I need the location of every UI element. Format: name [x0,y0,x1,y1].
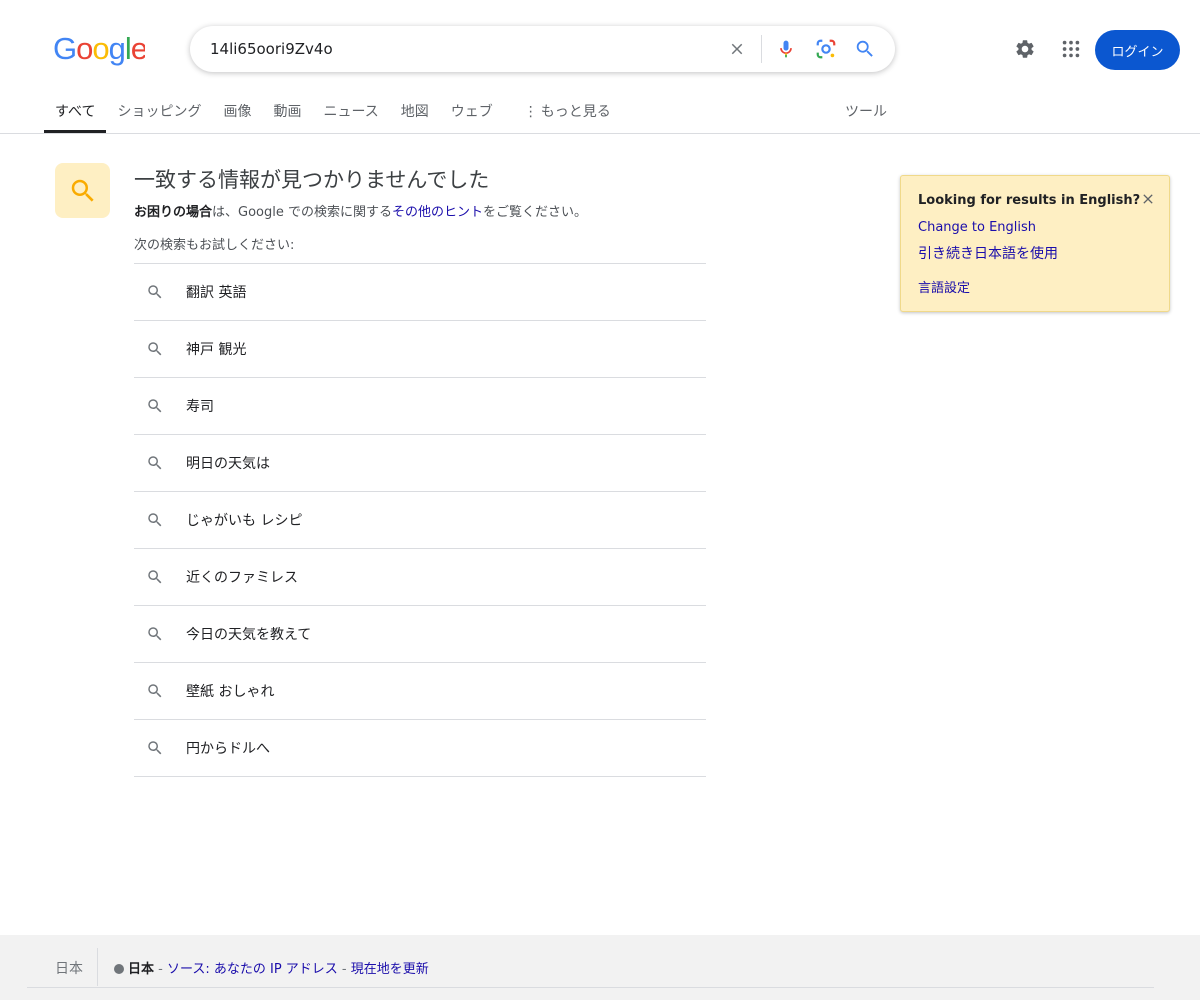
language-settings-link[interactable]: 言語設定 [918,277,970,296]
close-icon[interactable] [725,37,749,61]
footer-rule [27,987,1154,988]
tab-shopping[interactable]: ショッピング [106,94,212,133]
language-card-title: Looking for results in English? [918,193,1141,208]
footer: 日本 日本 - ソース: あなたの IP アドレス - 現在地を更新 [0,935,1200,1000]
footer-location-name: 日本 [128,962,155,977]
no-results-title: 一致する情報が見つかりませんでした [134,168,490,192]
suggestion-item[interactable]: 壁紙 おしゃれ [134,663,706,720]
tab-videos[interactable]: 動画 [262,94,312,133]
footer-location: 日本 - ソース: あなたの IP アドレス - 現在地を更新 [114,958,429,977]
search-icon [143,280,167,304]
search-icon [143,736,167,760]
suggestion-item[interactable]: 近くのファミレス [134,549,706,606]
svg-text:Google: Google [53,32,145,66]
search-icon [143,394,167,418]
hint-text-end: をご覧ください。 [483,205,588,220]
suggestion-text: 翻訳 英語 [186,285,247,301]
tab-news[interactable]: ニュース [312,94,389,133]
suggestion-item[interactable]: じゃがいも レシピ [134,492,706,549]
no-results-search-icon [55,163,110,218]
suggestion-item[interactable]: 明日の天気は [134,435,706,492]
footer-divider [97,948,98,986]
apps-grid-icon[interactable] [1059,37,1083,61]
location-source-link[interactable]: ソース: あなたの IP アドレス [167,962,338,977]
suggestion-item[interactable]: 円からドルへ [134,720,706,777]
tab-all[interactable]: すべて [44,94,107,133]
more-tips-link[interactable]: その他のヒント [392,205,483,220]
search-icon [143,451,167,475]
close-icon[interactable] [1139,190,1157,208]
suggestion-text: 寿司 [186,399,214,415]
try-searches-label: 次の検索もお試しください: [134,238,295,253]
google-logo-mark: Google [53,32,145,66]
keep-japanese-link[interactable]: 引き続き日本語を使用 [918,243,1058,263]
suggestion-list: 翻訳 英語 神戸 観光 寿司 明日の天気は じゃがいも レシピ 近くのファミレス… [134,263,706,777]
suggestion-item[interactable]: 神戸 観光 [134,321,706,378]
search-icon [143,508,167,532]
tab-more[interactable]: ⋮ もっと見る [513,94,622,133]
tab-images[interactable]: 画像 [212,94,262,133]
tab-maps[interactable]: 地図 [390,94,440,133]
tab-web[interactable]: ウェブ [440,94,504,133]
tab-more-label: もっと見る [540,104,611,120]
suggestion-item[interactable]: 寿司 [134,378,706,435]
login-button[interactable]: ログイン [1095,30,1180,70]
google-logo[interactable]: Google [53,32,145,66]
search-divider [761,35,762,63]
suggestion-text: 今日の天気を教えて [186,627,312,643]
update-location-link[interactable]: 現在地を更新 [351,962,429,977]
mic-icon[interactable] [774,37,798,61]
suggestion-item[interactable]: 今日の天気を教えて [134,606,706,663]
search-icon[interactable] [853,37,877,61]
footer-country: 日本 [55,961,83,977]
hint-bold: お困りの場合 [134,205,213,220]
lens-icon[interactable] [814,37,838,61]
tabs-divider [0,133,1200,134]
gear-icon[interactable] [1013,37,1037,61]
change-to-english-link[interactable]: Change to English [918,220,1036,235]
tools-button[interactable]: ツール [845,94,887,130]
suggestion-text: じゃがいも レシピ [186,513,303,529]
more-vert-icon: ⋮ [523,104,538,120]
suggestion-text: 円からドルへ [186,741,270,757]
search-icon [143,622,167,646]
hint-text: は、Google での検索に関する [212,205,392,220]
footer-sep-text: - [154,962,167,977]
search-box [190,26,895,72]
location-dot-icon [114,964,124,974]
no-results-hint: お困りの場合は、Google での検索に関するその他のヒントをご覧ください。 [134,201,587,220]
search-icon [143,565,167,589]
search-input[interactable] [210,26,710,72]
suggestion-text: 明日の天気は [186,456,270,472]
suggestion-text: 壁紙 おしゃれ [186,684,275,700]
suggestion-text: 近くのファミレス [186,570,298,586]
footer-sep-text: - [337,962,351,977]
search-icon [143,337,167,361]
suggestion-text: 神戸 観光 [186,342,247,358]
search-icon [143,679,167,703]
language-suggestion-card: Looking for results in English? Change t… [900,175,1170,312]
search-tabs: すべて ショッピング 画像 動画 ニュース 地図 ウェブ ⋮ もっと見る [44,94,622,133]
suggestion-item[interactable]: 翻訳 英語 [134,264,706,321]
